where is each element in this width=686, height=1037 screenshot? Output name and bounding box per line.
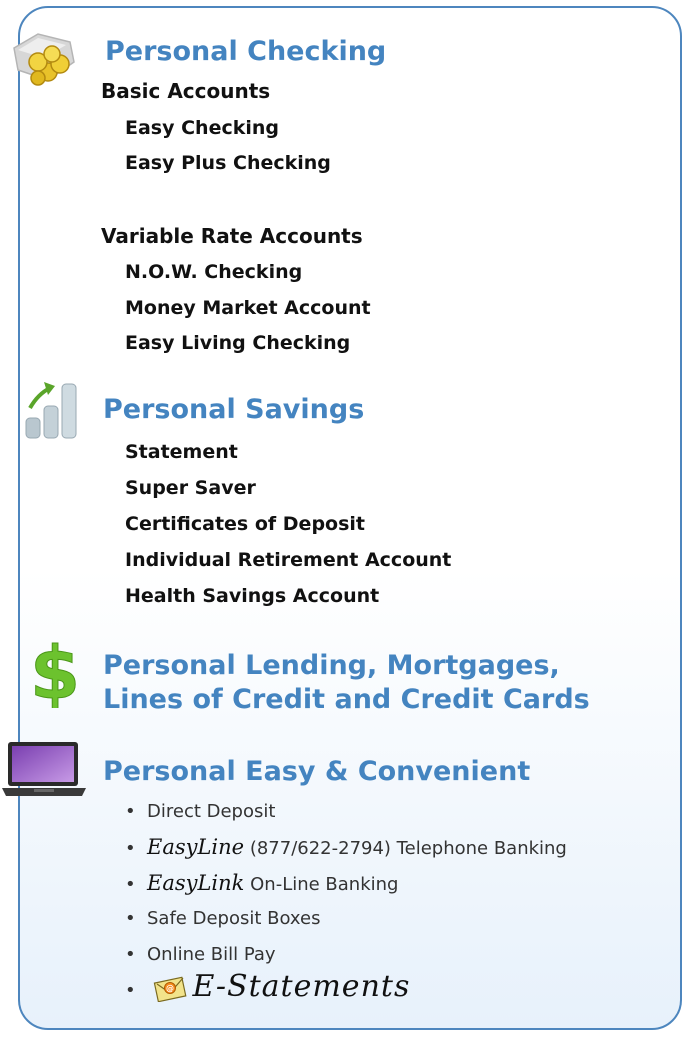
now-checking-link[interactable]: N.O.W. Checking	[125, 260, 302, 284]
super-saver-link[interactable]: Super Saver	[125, 476, 256, 500]
direct-deposit-label: Direct Deposit	[147, 801, 276, 822]
personal-easy-convenient-title: Personal Easy & Convenient	[103, 756, 531, 787]
variable-rate-accounts-heading: Variable Rate Accounts	[101, 224, 363, 248]
statement-link[interactable]: Statement	[125, 440, 238, 464]
health-savings-account-link[interactable]: Health Savings Account	[125, 584, 379, 608]
easyline-item: • EasyLine (877/622-2794) Telephone Banki…	[125, 835, 567, 859]
easy-plus-checking-link[interactable]: Easy Plus Checking	[125, 151, 331, 175]
estatements-logo-text: E-Statements	[192, 969, 411, 1004]
online-bill-pay-item: • Online Bill Pay	[125, 944, 276, 965]
email-envelope-icon: @	[153, 974, 187, 1008]
easylink-logo-text: EasyLink	[147, 871, 245, 895]
certificates-of-deposit-link[interactable]: Certificates of Deposit	[125, 512, 365, 536]
easy-living-checking-link[interactable]: Easy Living Checking	[125, 331, 350, 355]
bar-chart-icon	[24, 378, 84, 440]
laptop-icon	[0, 740, 88, 798]
individual-retirement-account-link[interactable]: Individual Retirement Account	[125, 548, 451, 572]
easylink-item: • EasyLink On-Line Banking	[125, 871, 399, 895]
personal-lending-title-line1: Personal Lending, Mortgages,	[103, 650, 560, 681]
easyline-logo-text: EasyLine	[147, 835, 245, 859]
online-bill-pay-label: Online Bill Pay	[147, 944, 276, 965]
dollar-sign-icon: $	[26, 631, 86, 716]
svg-text:$: $	[30, 632, 80, 708]
personal-lending-title-line2: Lines of Credit and Credit Cards	[103, 684, 590, 715]
safe-deposit-item: • Safe Deposit Boxes	[125, 908, 321, 929]
direct-deposit-item: • Direct Deposit	[125, 801, 276, 822]
personal-checking-title: Personal Checking	[105, 36, 387, 67]
estatements-item: • @ E-Statements	[125, 972, 410, 1008]
coins-icon	[8, 28, 80, 90]
basic-accounts-heading: Basic Accounts	[101, 79, 271, 103]
easyline-description: (877/622-2794) Telephone Banking	[244, 838, 567, 859]
easy-checking-link[interactable]: Easy Checking	[125, 116, 279, 140]
easylink-description: On-Line Banking	[244, 874, 399, 895]
personal-savings-title: Personal Savings	[103, 394, 365, 425]
svg-text:@: @	[166, 984, 174, 993]
safe-deposit-label: Safe Deposit Boxes	[147, 908, 321, 929]
money-market-account-link[interactable]: Money Market Account	[125, 296, 371, 320]
